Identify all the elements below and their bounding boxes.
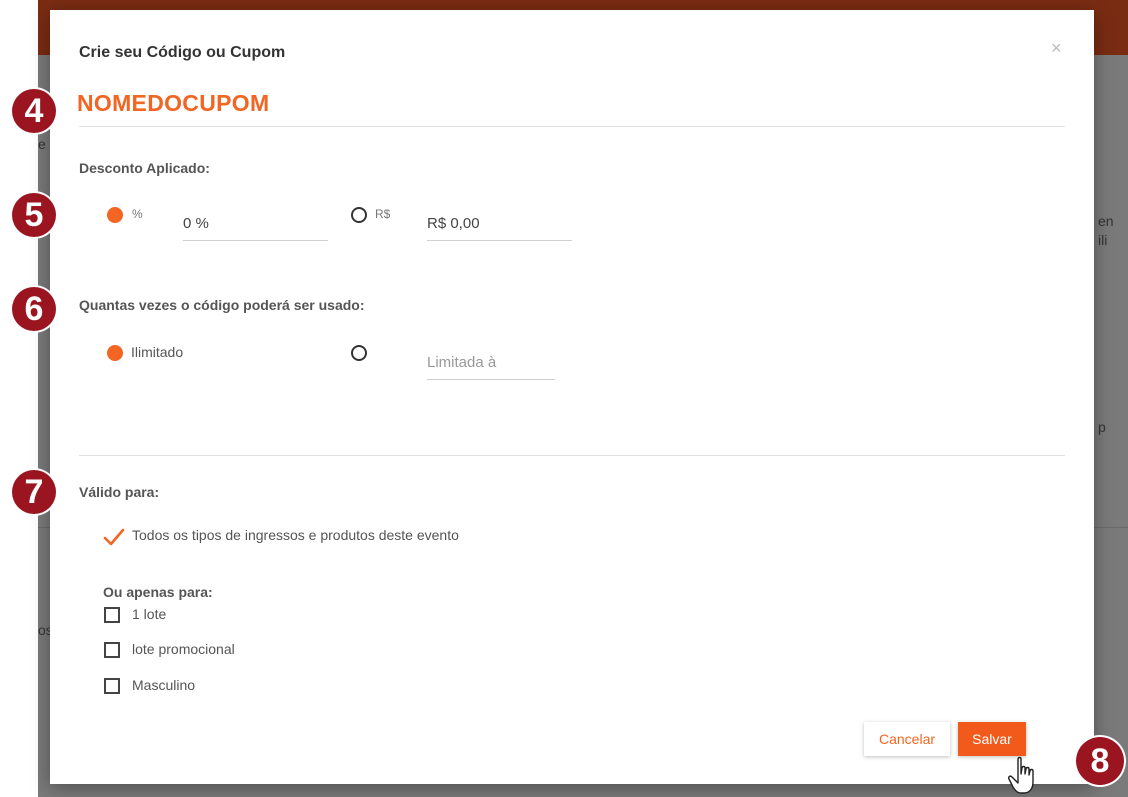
percent-input[interactable]: 0 % — [183, 213, 328, 241]
background-text: en — [1098, 213, 1114, 229]
cancel-button[interactable]: Cancelar — [864, 722, 950, 756]
item-checkbox-lote-promocional[interactable] — [104, 642, 120, 658]
divider — [79, 455, 1065, 456]
currency-symbol: R$ — [375, 207, 391, 221]
divider — [79, 126, 1065, 127]
discount-percent-radio[interactable] — [107, 207, 123, 223]
item-label: Masculino — [132, 677, 196, 693]
item-checkbox-1-lote[interactable] — [104, 607, 120, 623]
all-products-label: Todos os tipos de ingressos e produtos d… — [132, 527, 459, 543]
coupon-modal: Crie seu Código ou Cupom × NOMEDOCUPOM D… — [50, 10, 1094, 784]
valid-for-label: Válido para: — [79, 484, 160, 500]
hand-pointer-icon — [1008, 756, 1034, 794]
close-icon[interactable]: × — [1051, 38, 1062, 59]
step-badge-7: 7 — [12, 470, 56, 514]
percent-symbol: % — [132, 207, 143, 221]
background-text: p — [1098, 419, 1106, 435]
check-icon[interactable] — [103, 526, 125, 548]
usage-unlimited-radio[interactable] — [107, 345, 123, 361]
only-for-label: Ou apenas para: — [103, 584, 213, 600]
background-divider — [1094, 527, 1128, 528]
step-badge-8: 8 — [1076, 737, 1124, 785]
item-label: lote promocional — [132, 641, 235, 657]
currency-input[interactable]: R$ 0,00 — [427, 213, 572, 241]
item-label: 1 lote — [132, 606, 167, 622]
item-checkbox-masculino[interactable] — [104, 678, 120, 694]
modal-title: Crie seu Código ou Cupom — [79, 44, 286, 61]
save-button[interactable]: Salvar — [958, 722, 1026, 756]
background-divider — [38, 527, 50, 528]
unlimited-label: Ilimitado — [131, 344, 184, 360]
usage-label: Quantas vezes o código poderá ser usado: — [79, 297, 365, 313]
usage-limited-radio[interactable] — [351, 345, 367, 361]
step-badge-6: 6 — [12, 287, 56, 331]
limited-input[interactable]: Limitada à — [427, 352, 555, 380]
step-badge-5: 5 — [12, 193, 56, 237]
discount-currency-radio[interactable] — [351, 207, 367, 223]
background-text: e — [38, 136, 46, 152]
coupon-name[interactable]: NOMEDOCUPOM — [77, 90, 269, 117]
background-text: ili — [1098, 232, 1108, 248]
discount-label: Desconto Aplicado: — [79, 160, 210, 176]
step-badge-4: 4 — [12, 89, 56, 133]
